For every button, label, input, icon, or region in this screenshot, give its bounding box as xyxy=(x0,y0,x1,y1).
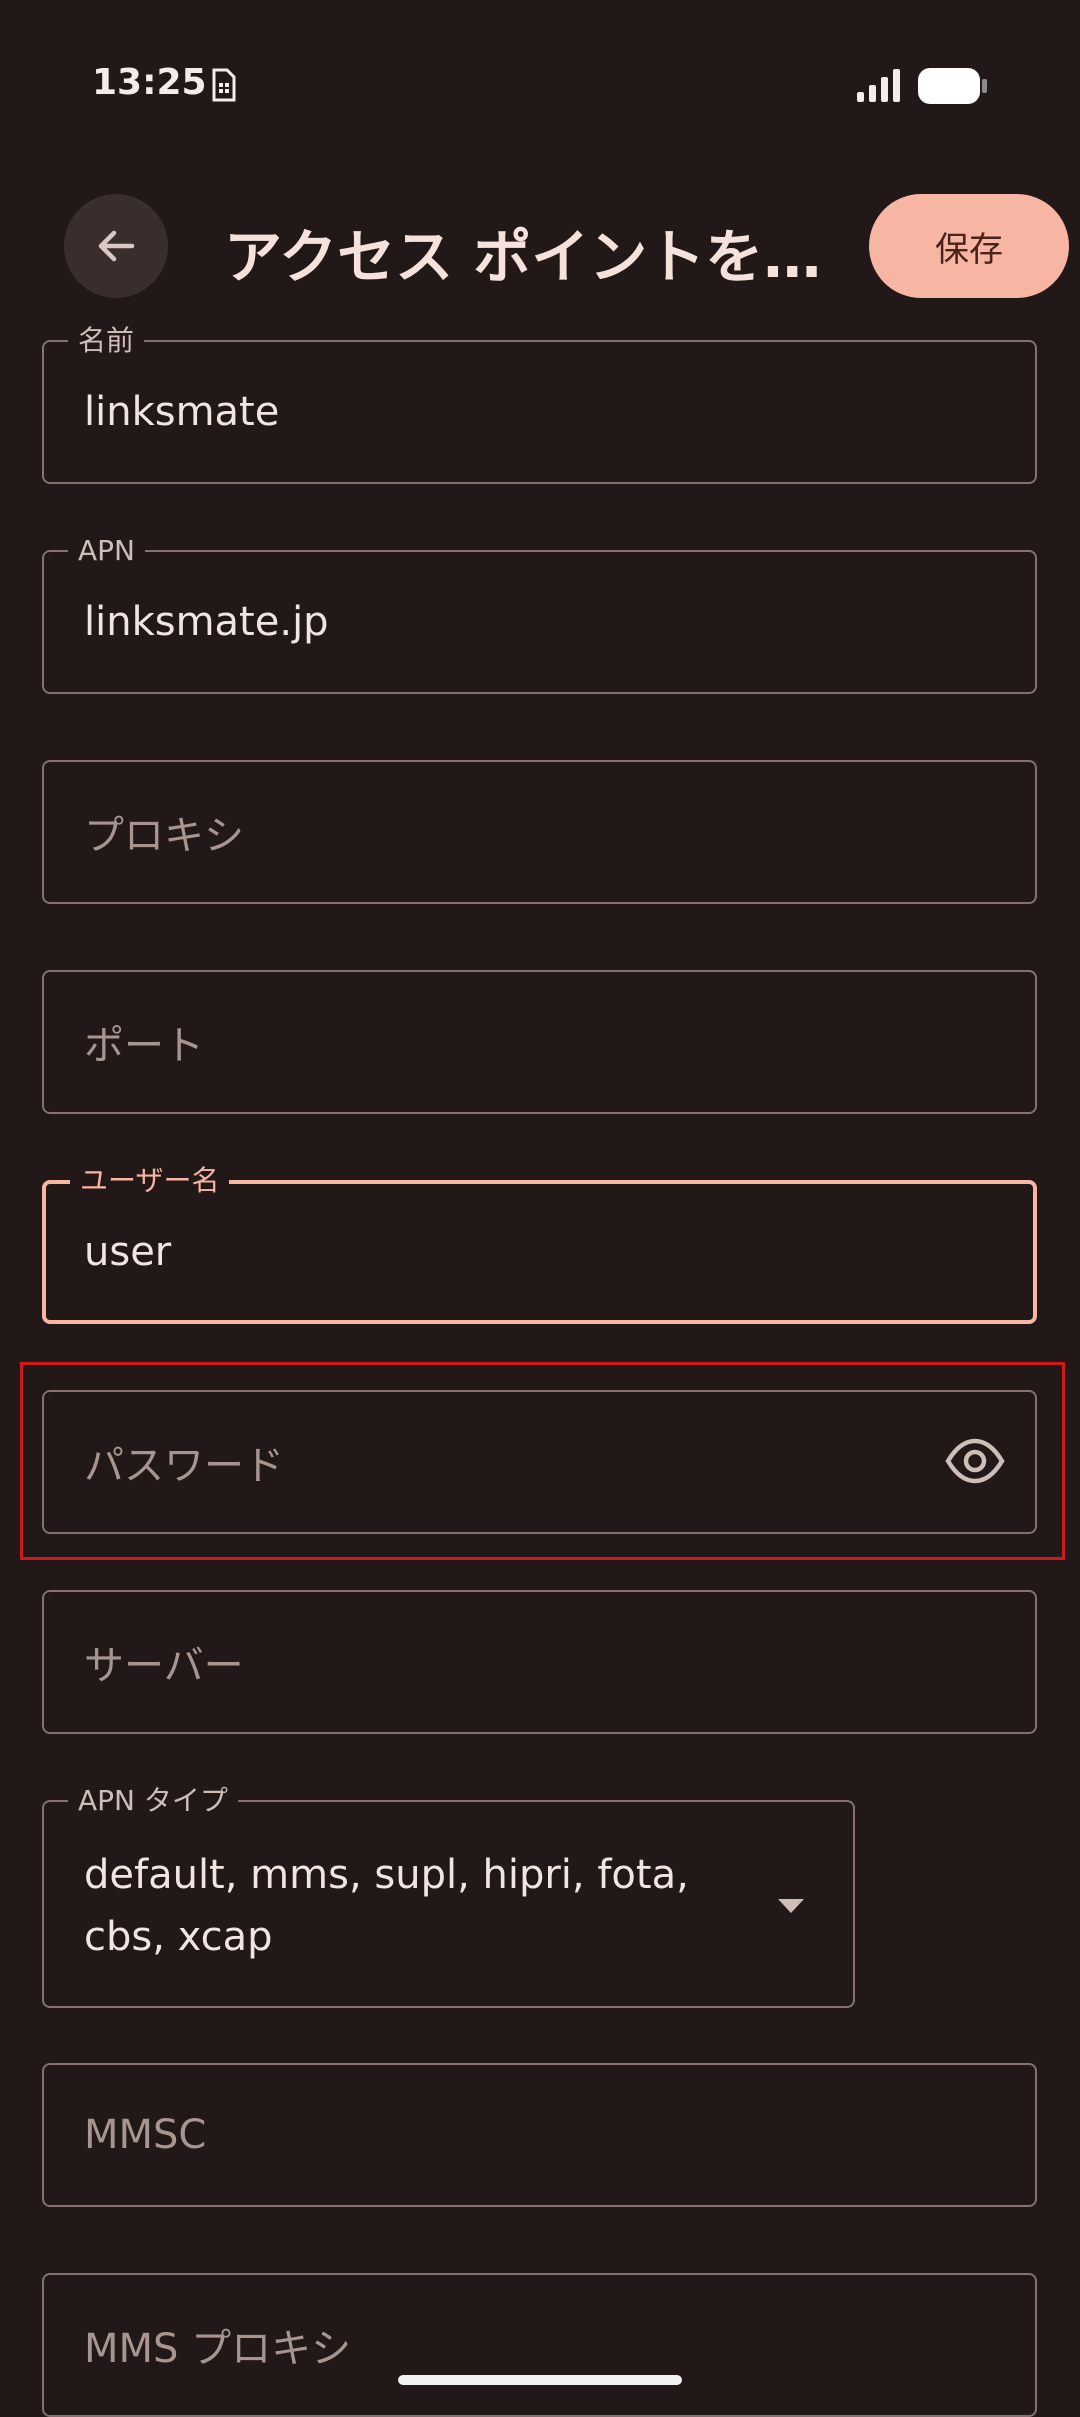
save-button[interactable]: 保存 xyxy=(869,194,1069,298)
password-field-placeholder: パスワード xyxy=(84,1443,284,1489)
arrow-back-icon xyxy=(98,230,135,262)
apn-field[interactable]: APN linksmate.jp xyxy=(42,534,1037,694)
sim-card-icon xyxy=(210,68,236,106)
mmsc-field[interactable]: MMSC xyxy=(42,2063,1037,2207)
back-button[interactable] xyxy=(64,194,168,298)
name-field-value: linksmate xyxy=(84,389,280,435)
visibility-icon[interactable] xyxy=(945,1436,1005,1490)
status-bar: 13:25 xyxy=(0,0,1080,170)
app-bar: アクセス ポイントを… 保存 xyxy=(0,180,1080,310)
home-indicator[interactable] xyxy=(398,2375,682,2385)
page-title: アクセス ポイントを… xyxy=(224,223,822,291)
apn-field-value: linksmate.jp xyxy=(84,599,329,645)
dropdown-arrow-icon xyxy=(777,1898,805,1918)
apn-type-dropdown[interactable]: APN タイプ default, mms, supl, hipri, fota,… xyxy=(42,1784,855,2008)
mms-proxy-field[interactable]: MMS プロキシ xyxy=(42,2273,1037,2417)
mmsc-field-placeholder: MMSC xyxy=(84,2112,207,2158)
cell-signal-icon xyxy=(855,68,903,108)
battery-icon xyxy=(917,66,989,110)
port-field[interactable]: ポート xyxy=(42,970,1037,1114)
password-field[interactable]: パスワード xyxy=(42,1390,1037,1534)
port-field-placeholder: ポート xyxy=(84,1023,204,1069)
username-field-value: user xyxy=(84,1229,172,1275)
proxy-field[interactable]: プロキシ xyxy=(42,760,1037,904)
status-time: 13:25 xyxy=(92,62,207,103)
mms-proxy-field-placeholder: MMS プロキシ xyxy=(84,2326,352,2372)
username-field[interactable]: ユーザー名 user xyxy=(42,1164,1037,1324)
apn-type-label: APN タイプ xyxy=(68,1784,238,1818)
server-field-placeholder: サーバー xyxy=(84,1643,244,1689)
name-field[interactable]: 名前 linksmate xyxy=(42,324,1037,484)
apn-type-value: default, mms, supl, hipri, fota, cbs, xc… xyxy=(84,1852,689,1960)
server-field[interactable]: サーバー xyxy=(42,1590,1037,1734)
proxy-field-placeholder: プロキシ xyxy=(84,813,244,859)
